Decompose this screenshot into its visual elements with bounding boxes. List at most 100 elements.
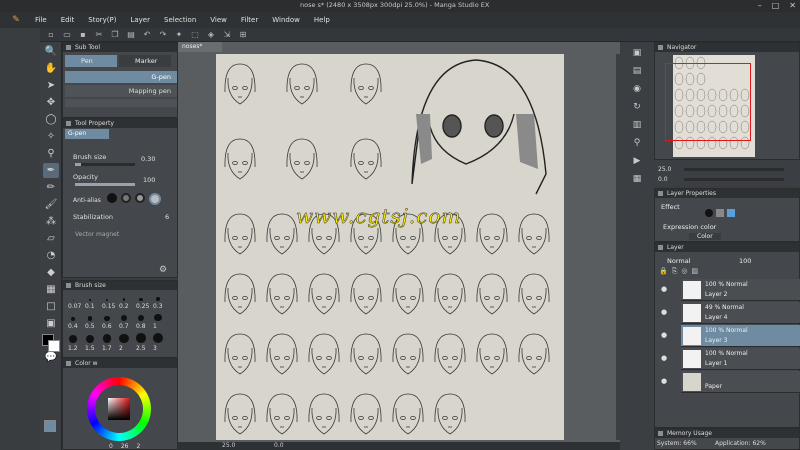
tab-marker[interactable]: Marker	[119, 55, 171, 67]
layer-row[interactable]: Paper	[681, 371, 800, 393]
brush-size-preset-dot[interactable]	[70, 316, 76, 321]
opacity-value[interactable]: 100	[143, 176, 155, 184]
menu-selection[interactable]: Selection	[157, 16, 203, 24]
brush-size-preset-dot[interactable]	[69, 335, 77, 343]
layer-visibility-icon[interactable]: ●	[661, 331, 671, 341]
brush-size-preset-dot[interactable]	[89, 299, 91, 301]
redo-icon[interactable]: ↷	[158, 30, 168, 40]
transparent-color-swatch[interactable]	[44, 420, 56, 432]
hand-tool-icon[interactable]: ✋	[43, 61, 59, 76]
gradient-tool-icon[interactable]: ▦	[43, 282, 59, 297]
brush-size-preset-dot[interactable]	[136, 333, 146, 343]
brush-size-preset-dot[interactable]	[137, 314, 145, 321]
layer-visibility-icon[interactable]: ●	[661, 354, 671, 364]
history-icon[interactable]: ↻	[628, 100, 646, 114]
fill-icon[interactable]: ◈	[206, 30, 216, 40]
navigator-angle[interactable]: 0.0	[658, 176, 668, 183]
fill-tool-icon[interactable]: ◆	[43, 265, 59, 280]
new-icon[interactable]: ▫	[46, 30, 56, 40]
navigator-zoom[interactable]: 25.0	[658, 166, 671, 173]
layer-visibility-icon[interactable]: ●	[661, 377, 671, 387]
save-icon[interactable]: ▪	[78, 30, 88, 40]
layer-row[interactable]: 100 % Normal Layer 1	[681, 348, 800, 370]
brush-tool-icon[interactable]: 🖌	[43, 197, 59, 212]
layer-row[interactable]: 100 % Normal Layer 2	[681, 279, 800, 301]
color-value-h[interactable]: 0	[109, 443, 113, 450]
navigator-angle-slider[interactable]	[684, 178, 784, 181]
brush-size-preset-dot[interactable]	[121, 315, 127, 321]
navigator-zoom-slider[interactable]	[684, 168, 784, 171]
layer-row[interactable]: 100 % Normal Layer 3	[681, 325, 800, 347]
reference-icon[interactable]: ◎	[681, 267, 687, 276]
maximize-icon[interactable]: □	[772, 1, 780, 10]
layer-move-icon[interactable]: ✥	[43, 95, 59, 110]
layer-row[interactable]: 49 % Normal Layer 4	[681, 302, 800, 324]
menu-story[interactable]: Story(P)	[81, 16, 123, 24]
canvas-angle[interactable]: 0.0	[274, 442, 284, 450]
brush-item-gpen[interactable]: G-pen	[65, 71, 177, 83]
menu-window[interactable]: Window	[265, 16, 307, 24]
brush-size-preset-dot[interactable]	[122, 298, 126, 301]
airbrush-icon[interactable]: ⁂	[43, 214, 59, 229]
page-manager-icon[interactable]: ▦	[628, 172, 646, 186]
blend-tool-icon[interactable]: ◔	[43, 248, 59, 263]
pen-tool-icon[interactable]: ✒	[43, 163, 59, 178]
minimize-icon[interactable]: –	[758, 1, 762, 10]
search-layer-icon[interactable]: ⚲	[628, 136, 646, 150]
brush-size-preset-dot[interactable]	[87, 316, 93, 321]
cut-icon[interactable]: ✂	[94, 30, 104, 40]
menu-layer[interactable]: Layer	[123, 16, 157, 24]
opacity-slider[interactable]	[75, 183, 135, 186]
blend-mode-select[interactable]: Normal	[667, 257, 691, 265]
material-icon[interactable]: ▥	[628, 118, 646, 132]
frame-tool-icon[interactable]: ▣	[43, 316, 59, 331]
eyedropper-icon[interactable]: ⚲	[43, 146, 59, 161]
object-tool-icon[interactable]: ➤	[43, 78, 59, 93]
clip-icon[interactable]: ⎘	[672, 267, 678, 276]
stabilization-value[interactable]: 6	[165, 213, 169, 221]
zoom-tool-icon[interactable]: 🔍	[43, 44, 59, 59]
auto-actions-icon[interactable]: ▶	[628, 154, 646, 168]
brush-size-preset-dot[interactable]	[156, 297, 160, 301]
drawing-paper[interactable]: www.cgtsj.com	[216, 54, 564, 440]
navigator-panel-icon[interactable]: ▣	[628, 46, 646, 60]
close-icon[interactable]: ✕	[789, 1, 796, 10]
brush-size-preset-dot[interactable]	[104, 315, 110, 321]
color-value-s[interactable]: 26	[121, 443, 129, 450]
navigator-view-frame[interactable]	[665, 63, 751, 141]
menu-filter[interactable]: Filter	[234, 16, 265, 24]
color-value-v[interactable]: 2	[136, 443, 140, 450]
auto-select-icon[interactable]: ✧	[43, 129, 59, 144]
expression-color-select[interactable]: Color	[689, 233, 721, 240]
brush-size-slider[interactable]	[75, 163, 135, 166]
antialias-none-icon[interactable]	[107, 193, 117, 203]
saturation-value-square[interactable]	[108, 398, 130, 420]
transform-icon[interactable]: ⇲	[222, 30, 232, 40]
menu-file[interactable]: File	[28, 16, 54, 24]
copy-icon[interactable]: ❐	[110, 30, 120, 40]
undo-icon[interactable]: ↶	[142, 30, 152, 40]
tab-pen[interactable]: Pen	[65, 55, 117, 67]
brush-item-mapping-pen[interactable]: Mapping pen	[65, 85, 177, 97]
paste-icon[interactable]: ▤	[126, 30, 136, 40]
brush-size-preset-dot[interactable]	[139, 297, 143, 301]
brush-size-value[interactable]: 0.30	[141, 155, 155, 163]
effect-color-icon[interactable]	[727, 209, 735, 217]
menu-view[interactable]: View	[203, 16, 234, 24]
menu-help[interactable]: Help	[307, 16, 337, 24]
pencil-tool-icon[interactable]: ✏	[43, 180, 59, 195]
settings-icon[interactable]: ⚙	[159, 265, 167, 275]
brush-size-preset-dot[interactable]	[119, 333, 129, 343]
antialias-medium-icon[interactable]	[135, 193, 145, 203]
clear-icon[interactable]: ✦	[174, 30, 184, 40]
effect-border-icon[interactable]	[705, 209, 713, 217]
brush-size-preset-dot[interactable]	[152, 332, 164, 343]
selection-clear-icon[interactable]: ⬚	[190, 30, 200, 40]
menu-edit[interactable]: Edit	[54, 16, 82, 24]
document-tab[interactable]: noses*	[178, 42, 222, 52]
sub-color-swatch[interactable]	[48, 340, 60, 352]
effect-tone-icon[interactable]	[716, 209, 724, 217]
brush-size-preset-dot[interactable]	[102, 334, 112, 343]
sub-view-icon[interactable]: ▤	[628, 64, 646, 78]
palette-icon[interactable]: ▨	[691, 267, 698, 276]
